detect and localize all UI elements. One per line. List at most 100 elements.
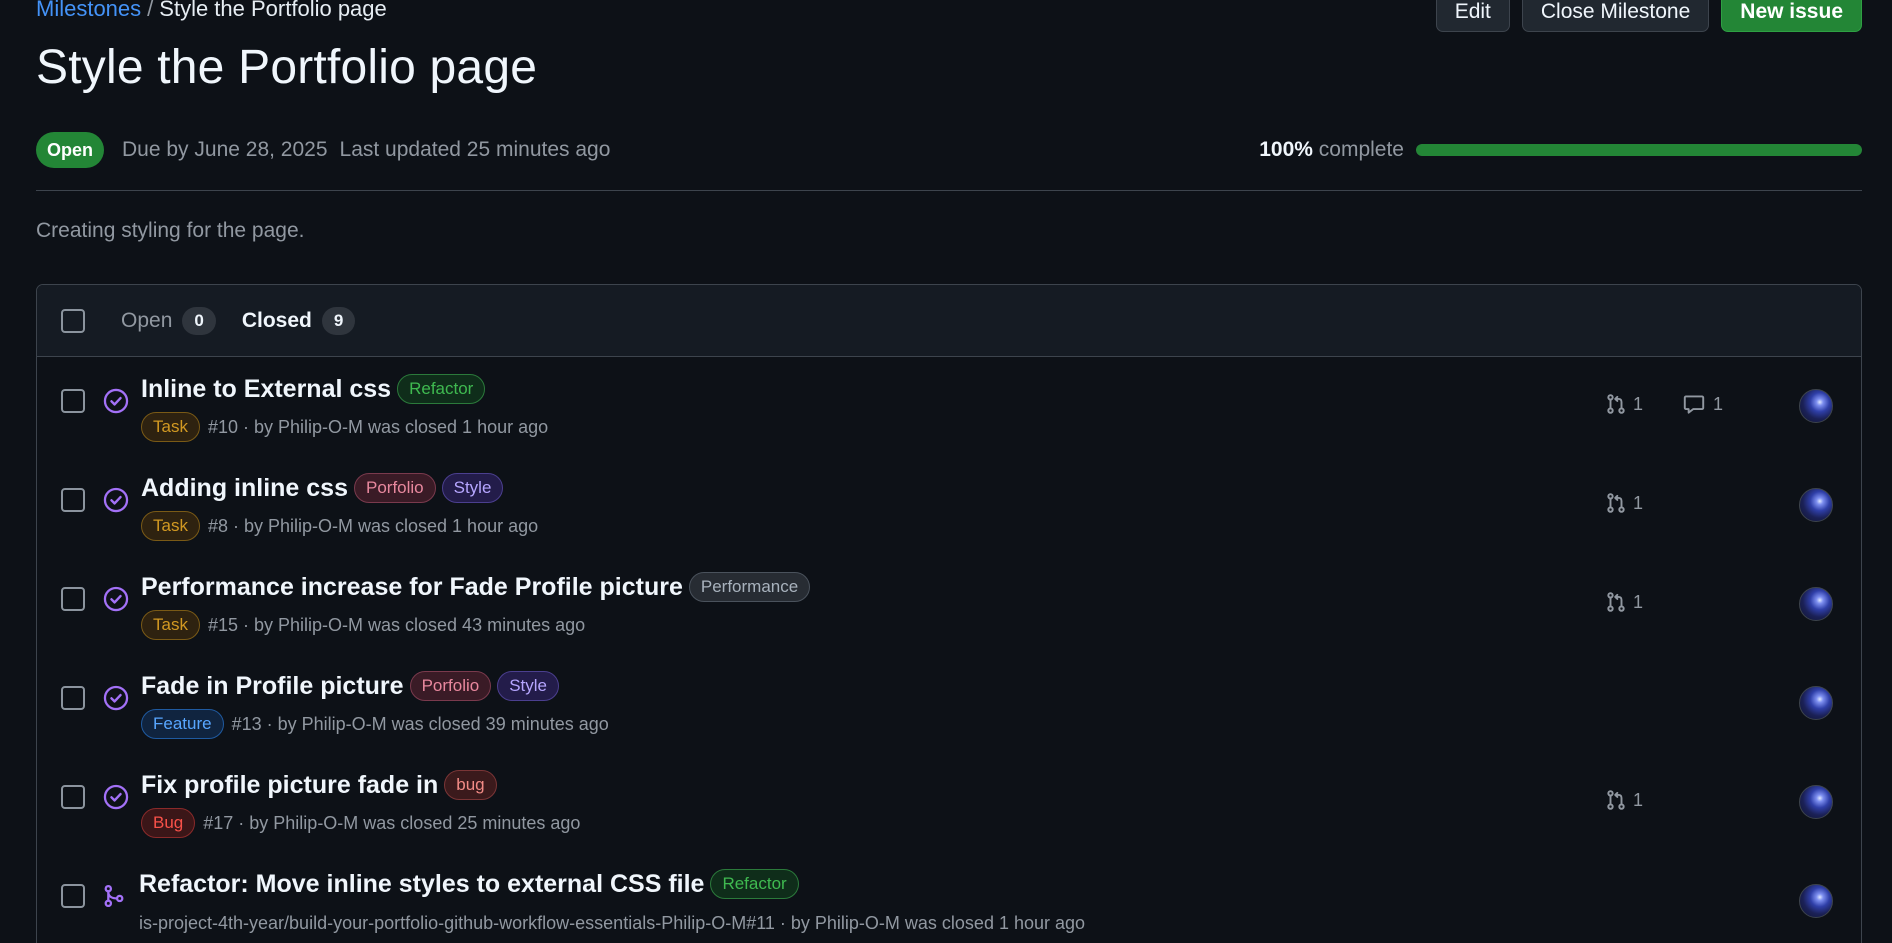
- linked-prs-count: 1: [1633, 591, 1644, 612]
- comments-count: 1: [1713, 393, 1724, 414]
- issue-title-line: Performance increase for Fade Profile pi…: [141, 572, 811, 602]
- issue-label[interactable]: Bug: [141, 808, 196, 838]
- issue-checkbox[interactable]: [61, 488, 85, 512]
- avatar[interactable]: [1799, 389, 1833, 423]
- issue-label[interactable]: Feature: [141, 709, 224, 739]
- last-updated: Last updated 25 minutes ago: [339, 138, 611, 161]
- avatar[interactable]: [1799, 785, 1833, 819]
- issue-checkbox[interactable]: [61, 587, 85, 611]
- issue-title-link[interactable]: Refactor: Move inline styles to external…: [139, 870, 704, 899]
- closed-issue-icon: [103, 685, 129, 711]
- progress-text: 100% complete: [1259, 138, 1404, 162]
- issue-title-link[interactable]: Adding inline css: [141, 474, 348, 503]
- issue-meta: #15 · by Philip-O-M was closed 43 minute…: [207, 614, 586, 635]
- breadcrumb-separator: /: [147, 0, 154, 21]
- linked-prs[interactable]: 1: [1605, 492, 1643, 514]
- tab-closed-count: 9: [321, 306, 356, 335]
- tab-open-count: 0: [182, 306, 216, 335]
- issue-label[interactable]: Style: [497, 671, 559, 701]
- linked-prs-count: 1: [1633, 393, 1644, 414]
- page-header: Milestones / Style the Portfolio page Edit…: [36, 0, 1862, 32]
- milestone-page: Milestones / Style the Portfolio page Edit…: [36, 0, 1862, 943]
- linked-prs-count: 1: [1633, 789, 1644, 810]
- avatar[interactable]: [1799, 686, 1833, 720]
- breadcrumb: Milestones / Style the Portfolio page: [36, 0, 387, 22]
- issue-label[interactable]: Refactor: [397, 374, 486, 404]
- tab-closed-label: Closed: [241, 308, 312, 332]
- milestone-meta: Open Due by June 28, 2025 Last updated 2…: [36, 131, 1862, 169]
- issue-meta: #17 · by Philip-O-M was closed 25 minute…: [203, 812, 581, 833]
- close-milestone-button[interactable]: Close Milestone: [1521, 0, 1710, 32]
- issue-label[interactable]: Porfolio: [353, 473, 436, 503]
- issue-title-link[interactable]: Fade in Profile picture: [141, 672, 404, 701]
- issues-list: Open 0 Closed 9 Inline to External css Re…: [36, 284, 1862, 943]
- pull-request-icon: [1605, 393, 1633, 415]
- closed-issue-icon: [103, 388, 129, 414]
- issue-title-line: Adding inline css Porfolio Style: [141, 473, 504, 503]
- issues-list-header: Open 0 Closed 9: [37, 285, 1861, 357]
- issue-label[interactable]: Style: [441, 473, 504, 503]
- issue-meta: #8 · by Philip-O-M was closed 1 hour ago: [207, 515, 539, 536]
- issue-label[interactable]: Porfolio: [409, 671, 492, 701]
- pull-request-icon: [1605, 492, 1633, 514]
- issue-meta-line: Task #10 · by Philip-O-M was closed 1 hou…: [141, 412, 548, 442]
- progress-bar-fill: [1416, 144, 1862, 156]
- issue-label[interactable]: Task: [141, 412, 200, 442]
- linked-prs[interactable]: 1: [1605, 591, 1643, 613]
- issue-label[interactable]: Refactor: [710, 869, 799, 899]
- issue-row[interactable]: Refactor: Move inline styles to external…: [37, 852, 1861, 943]
- progress-suffix: complete: [1318, 138, 1404, 161]
- tab-open[interactable]: Open 0: [121, 306, 216, 335]
- status-badge: Open: [36, 132, 105, 168]
- avatar[interactable]: [1799, 884, 1833, 918]
- issue-row[interactable]: Fade in Profile picture Porfolio Style Feat…: [37, 654, 1861, 753]
- comments[interactable]: 1: [1683, 393, 1723, 415]
- select-all-checkbox[interactable]: [61, 308, 85, 333]
- issue-title-link[interactable]: Inline to External css: [141, 375, 391, 404]
- issue-title-line: Fix profile picture fade in bug: [141, 770, 497, 800]
- issue-meta-line: is-project-4th-year/build-your-portfolio…: [139, 913, 1085, 934]
- breadcrumb-current: Style the Portfolio page: [159, 0, 387, 21]
- pull-request-icon: [1605, 789, 1633, 811]
- comment-icon: [1683, 393, 1713, 415]
- issue-title-line: Fade in Profile picture Porfolio Style: [141, 671, 559, 701]
- issue-meta-line: Task #8 · by Philip-O-M was closed 1 hour…: [141, 511, 538, 541]
- issue-row[interactable]: Inline to External css Refactor Task #10 · …: [37, 357, 1861, 456]
- issue-row[interactable]: Fix profile picture fade in bug Bug #17 · b…: [37, 753, 1861, 852]
- issue-meta-line: Task #15 · by Philip-O-M was closed 43 mi…: [141, 610, 585, 640]
- tab-open-label: Open: [121, 308, 173, 332]
- divider: [36, 190, 1862, 191]
- merged-pr-icon: [101, 883, 127, 909]
- closed-issue-icon: [103, 487, 129, 513]
- progress-bar: [1416, 144, 1862, 156]
- tab-closed[interactable]: Closed 9: [241, 306, 356, 335]
- new-issue-button[interactable]: New issue: [1721, 0, 1862, 32]
- breadcrumb-milestones-link[interactable]: Milestones: [36, 0, 141, 21]
- issue-row[interactable]: Performance increase for Fade Profile pi…: [37, 555, 1861, 654]
- issue-checkbox[interactable]: [61, 686, 85, 710]
- due-date: Due by June 28, 2025: [122, 138, 328, 161]
- closed-issue-icon: [103, 586, 129, 612]
- issue-meta: #13 · by Philip-O-M was closed 39 minute…: [231, 713, 609, 734]
- avatar[interactable]: [1799, 587, 1833, 621]
- issue-checkbox[interactable]: [61, 785, 85, 809]
- issue-checkbox[interactable]: [61, 884, 85, 908]
- issue-label[interactable]: Task: [141, 610, 200, 640]
- issue-meta-line: Feature #13 · by Philip-O-M was closed 39…: [141, 709, 609, 739]
- issue-meta: #10 · by Philip-O-M was closed 1 hour ag…: [207, 416, 549, 437]
- issue-title-link[interactable]: Fix profile picture fade in: [141, 771, 438, 800]
- issue-checkbox[interactable]: [61, 389, 85, 413]
- issue-title-link[interactable]: Performance increase for Fade Profile pi…: [141, 573, 683, 602]
- issue-label[interactable]: Performance: [688, 572, 811, 602]
- linked-prs[interactable]: 1: [1605, 789, 1643, 811]
- pull-request-icon: [1605, 591, 1633, 613]
- issue-title-line: Refactor: Move inline styles to external…: [139, 869, 799, 899]
- edit-button[interactable]: Edit: [1435, 0, 1510, 32]
- avatar[interactable]: [1799, 488, 1833, 522]
- issue-row[interactable]: Adding inline css Porfolio Style Task #8 · b…: [37, 456, 1861, 555]
- linked-prs[interactable]: 1: [1605, 393, 1643, 415]
- issue-label[interactable]: Task: [141, 511, 200, 541]
- issue-label[interactable]: bug: [444, 770, 497, 800]
- issue-title-line: Inline to External css Refactor: [141, 374, 486, 404]
- progress: 100% complete: [1259, 131, 1862, 169]
